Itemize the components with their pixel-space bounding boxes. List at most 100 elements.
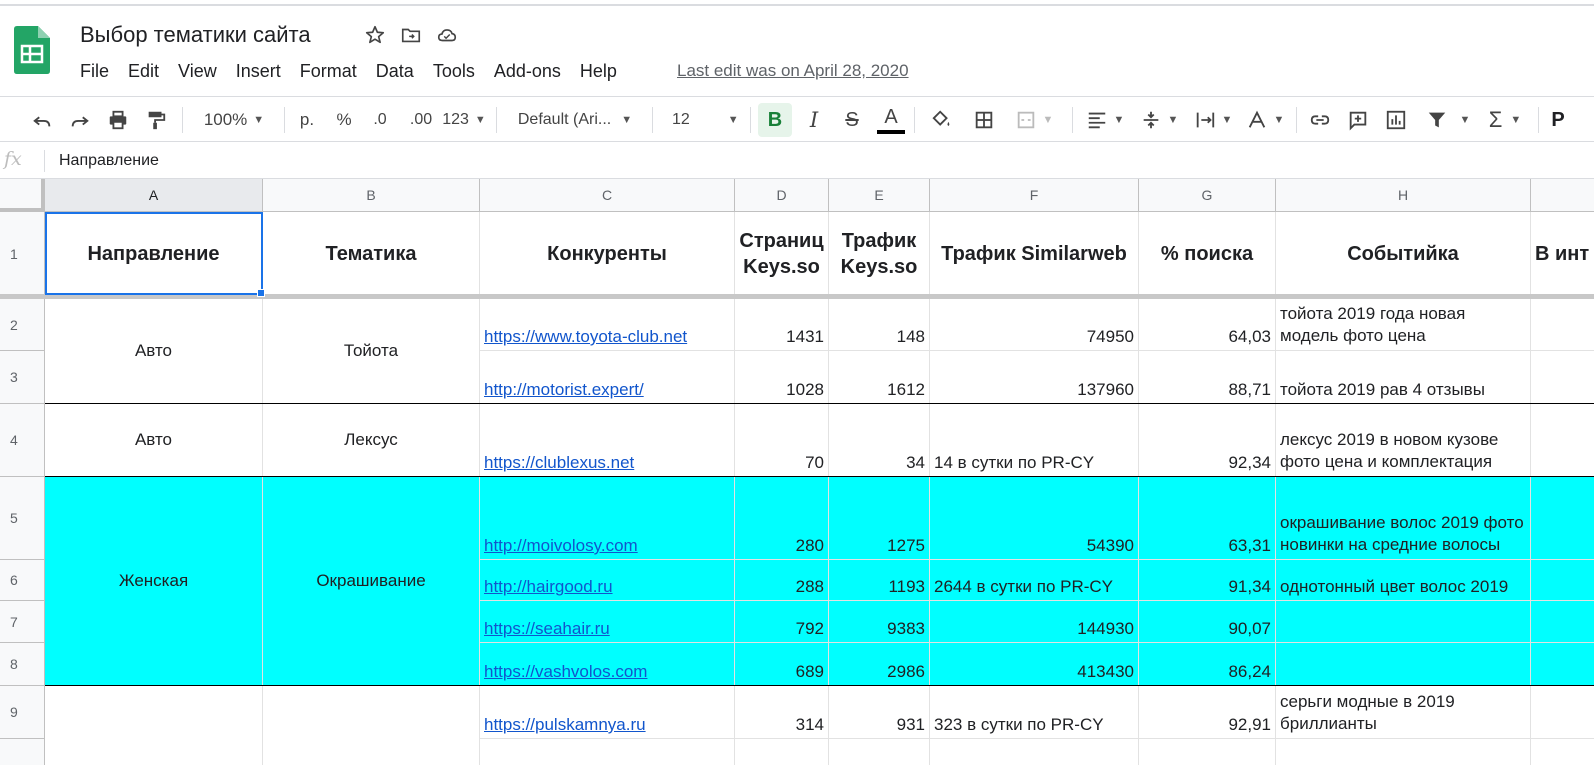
cell-site[interactable]: http://moivolosy.com — [480, 477, 735, 560]
cell-traffic-sw[interactable] — [930, 739, 1139, 765]
competitor-link[interactable]: https://vashvolos.com — [484, 662, 647, 682]
vertical-align-icon[interactable]: ▼ — [1136, 97, 1182, 143]
text-color-button[interactable]: A — [876, 97, 906, 143]
column-header-f[interactable]: F — [930, 179, 1139, 212]
cell-search-pct[interactable]: 88,71 — [1139, 351, 1276, 404]
cell-traffic-keys[interactable]: 2986 — [829, 643, 930, 686]
cell-topic[interactable]: Окрашивание — [263, 477, 480, 686]
cell-traffic-sw[interactable]: 323 в сутки по PR-CY — [930, 686, 1139, 739]
cell-search-pct[interactable]: 90,07 — [1139, 601, 1276, 643]
functions-button[interactable]: Σ ▼ — [1484, 97, 1526, 143]
cell-column-i[interactable] — [1531, 299, 1594, 351]
star-icon[interactable] — [364, 24, 386, 46]
insert-chart-icon[interactable] — [1382, 97, 1410, 143]
cell-event[interactable] — [1276, 601, 1531, 643]
header-traffic-keys[interactable]: Трафик Keys.so — [829, 212, 930, 296]
cell-site[interactable]: http://hairgood.ru — [480, 560, 735, 601]
cell-direction[interactable]: Авто — [45, 404, 263, 477]
cell-site[interactable]: https://pulskamnya.ru — [480, 686, 735, 739]
menu-file[interactable]: File — [80, 61, 109, 82]
menu-data[interactable]: Data — [376, 61, 414, 82]
document-title[interactable]: Выбор тематики сайта — [80, 22, 311, 48]
cell-search-pct[interactable]: 92,91 — [1139, 686, 1276, 739]
cell-traffic-keys[interactable]: 34 — [829, 404, 930, 477]
column-header-i[interactable] — [1531, 179, 1594, 212]
cell-direction[interactable] — [45, 686, 263, 765]
more-formats-select[interactable]: 123 ▼ — [442, 97, 486, 143]
cell-column-i[interactable] — [1531, 643, 1594, 686]
cell-site[interactable]: http://motorist.expert/ — [480, 351, 735, 404]
cell-pages[interactable]: 1028 — [735, 351, 829, 404]
row-header-9[interactable]: 9 — [0, 686, 45, 739]
cell-event[interactable]: тойота 2019 года новая модель фото цена — [1276, 299, 1531, 351]
filter-icon[interactable]: ▼ — [1420, 97, 1476, 143]
menu-tools[interactable]: Tools — [433, 61, 475, 82]
cell-search-pct[interactable]: 63,31 — [1139, 477, 1276, 560]
merge-cells-icon[interactable]: ▼ — [1010, 97, 1058, 143]
column-header-h[interactable]: H — [1276, 179, 1531, 212]
header-search-percent[interactable]: % поиска — [1139, 212, 1276, 296]
row-header-10[interactable] — [0, 739, 45, 765]
currency-format-button[interactable]: р. — [294, 97, 320, 143]
row-header-6[interactable]: 6 — [0, 560, 45, 601]
header-competitors[interactable]: Конкуренты — [480, 212, 735, 296]
move-folder-icon[interactable] — [400, 24, 422, 46]
cell-traffic-sw[interactable]: 74950 — [930, 299, 1139, 351]
row-header-4[interactable]: 4 — [0, 404, 45, 477]
column-header-d[interactable]: D — [735, 179, 829, 212]
column-header-c[interactable]: C — [480, 179, 735, 212]
cell-traffic-keys[interactable]: 1275 — [829, 477, 930, 560]
cell-column-i[interactable] — [1531, 404, 1594, 477]
cell-site[interactable]: https://clublexus.net — [480, 404, 735, 477]
row-header-5[interactable]: 5 — [0, 477, 45, 560]
strikethrough-button[interactable]: S — [838, 97, 866, 143]
menu-addons[interactable]: Add-ons — [494, 61, 561, 82]
cell-search-pct[interactable]: 64,03 — [1139, 299, 1276, 351]
menu-edit[interactable]: Edit — [128, 61, 159, 82]
row-header-7[interactable]: 7 — [0, 601, 45, 643]
cell-column-i[interactable] — [1531, 686, 1594, 739]
cloud-saved-icon[interactable] — [436, 24, 458, 46]
cell-topic[interactable]: Лексус — [263, 404, 480, 477]
menu-help[interactable]: Help — [580, 61, 617, 82]
cell-event[interactable]: лексус 2019 в новом кузове фото цена и к… — [1276, 404, 1531, 477]
cell-traffic-sw[interactable]: 2644 в сутки по PR-CY — [930, 560, 1139, 601]
competitor-link[interactable]: http://hairgood.ru — [484, 577, 613, 597]
column-header-b[interactable]: B — [263, 179, 480, 212]
cell-pages[interactable]: 288 — [735, 560, 829, 601]
competitor-link[interactable]: https://clublexus.net — [484, 453, 634, 473]
row-header-3[interactable]: 3 — [0, 351, 45, 404]
cell-column-i[interactable] — [1531, 601, 1594, 643]
cell-pages[interactable]: 70 — [735, 404, 829, 477]
cell-pages[interactable]: 792 — [735, 601, 829, 643]
column-header-e[interactable]: E — [829, 179, 930, 212]
formula-input[interactable]: Направление — [59, 152, 159, 170]
cell-search-pct[interactable]: 91,34 — [1139, 560, 1276, 601]
borders-icon[interactable] — [970, 97, 998, 143]
cell-site[interactable]: https://www.toyota-club.net — [480, 299, 735, 351]
column-header-a[interactable]: A — [45, 179, 263, 212]
cell-pages[interactable]: 280 — [735, 477, 829, 560]
cell-traffic-keys[interactable]: 1612 — [829, 351, 930, 404]
menu-format[interactable]: Format — [300, 61, 357, 82]
cell-site[interactable]: https://seahair.ru — [480, 601, 735, 643]
cell-direction[interactable]: Авто — [45, 299, 263, 404]
cell-topic[interactable]: Тойота — [263, 299, 480, 404]
fill-color-icon[interactable] — [928, 97, 956, 143]
cell-traffic-sw[interactable]: 54390 — [930, 477, 1139, 560]
cell-site[interactable] — [480, 739, 735, 765]
cell-event[interactable]: серьги модные в 2019 бриллианты — [1276, 686, 1531, 739]
last-edit-link[interactable]: Last edit was on April 28, 2020 — [677, 61, 909, 81]
cell-traffic-sw[interactable]: 14 в сутки по PR-CY — [930, 404, 1139, 477]
fill-handle[interactable] — [257, 289, 265, 297]
cell-direction[interactable]: Женская — [45, 477, 263, 686]
cell-event[interactable]: окрашивание волос 2019 фото новинки на с… — [1276, 477, 1531, 560]
cell-search-pct[interactable]: 86,24 — [1139, 643, 1276, 686]
cell-traffic-keys[interactable] — [829, 739, 930, 765]
sheets-logo-icon[interactable] — [14, 26, 50, 74]
insert-comment-icon[interactable] — [1344, 97, 1372, 143]
toolbar-overflow-cutoff[interactable]: P — [1548, 97, 1568, 143]
cell-pages[interactable]: 1431 — [735, 299, 829, 351]
cell-column-i[interactable] — [1531, 560, 1594, 601]
cell-pages[interactable] — [735, 739, 829, 765]
